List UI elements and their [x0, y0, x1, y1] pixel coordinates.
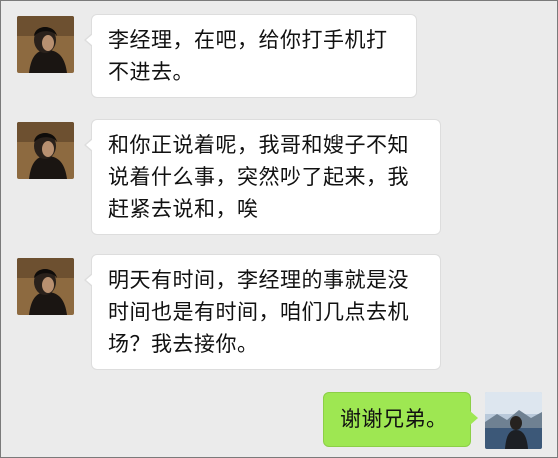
chat-window: 李经理，在吧，给你打手机打不进去。 和你正说着呢，我哥和嫂子不知说着什么事，突然…	[0, 0, 558, 458]
message-bubble-incoming[interactable]: 和你正说着呢，我哥和嫂子不知说着什么事，突然吵了起来，我赶紧去说和，唉	[84, 119, 441, 235]
message-bubble-outgoing[interactable]: 谢谢兄弟。	[323, 392, 478, 447]
message-text: 明天有时间，李经理的事就是没时间也是有时间，咱们几点去机场？我去接你。	[108, 268, 409, 356]
message-bubble-incoming[interactable]: 李经理，在吧，给你打手机打不进去。	[84, 14, 417, 98]
message-bubble-incoming[interactable]: 明天有时间，李经理的事就是没时间也是有时间，咱们几点去机场？我去接你。	[84, 254, 441, 370]
message-text: 和你正说着呢，我哥和嫂子不知说着什么事，突然吵了起来，我赶紧去说和，唉	[108, 133, 409, 221]
message-text: 谢谢兄弟。	[340, 407, 448, 431]
contact-avatar-icon[interactable]	[17, 16, 74, 73]
contact-avatar-icon[interactable]	[17, 258, 74, 315]
self-avatar-icon[interactable]	[485, 392, 542, 449]
contact-avatar-icon[interactable]	[17, 122, 74, 179]
message-text: 李经理，在吧，给你打手机打不进去。	[108, 28, 388, 84]
